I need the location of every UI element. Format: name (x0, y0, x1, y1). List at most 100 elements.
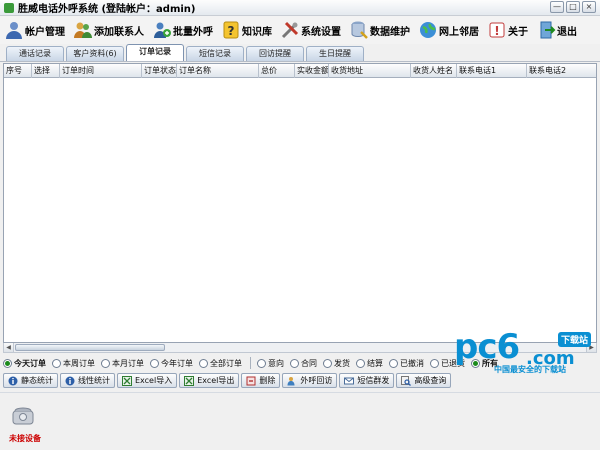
toolbar-about-button[interactable]: ! 关于 (487, 18, 530, 42)
status-cancelled[interactable]: 已撤消 (389, 358, 424, 369)
title-bar: 胜威电话外呼系统 (登陆帐户：admin) — □ × (0, 0, 600, 16)
column-header-order-name[interactable]: 订单名称 (177, 64, 259, 78)
info-icon: ! (487, 20, 507, 40)
static-stats-button[interactable]: 静态统计 (3, 373, 58, 388)
radio-indicator (101, 358, 110, 368)
excel-export-button[interactable]: Excel导出 (179, 373, 240, 388)
button-label: 线性统计 (78, 376, 110, 385)
filter-today[interactable]: 今天订单 (3, 358, 46, 369)
window-controls: — □ × (550, 1, 596, 13)
button-label: 静态统计 (21, 376, 53, 385)
status-area: 未接设备 (0, 392, 600, 450)
radio-indicator (323, 358, 332, 368)
filter-this-month[interactable]: 本月订单 (101, 358, 144, 369)
toolbar-bulk-call-label: 批量外呼 (173, 26, 213, 38)
column-header-shipping-address[interactable]: 收货地址 (329, 64, 411, 78)
delete-icon (246, 376, 256, 386)
toolbar-account-button[interactable]: 帐户管理 (4, 18, 67, 42)
window-title: 胜威电话外呼系统 (登陆帐户：admin) (18, 4, 196, 15)
button-label: Excel导出 (197, 376, 235, 385)
main-toolbar: 帐户管理 添加联系人 批量外呼 ? 知识库 系统设置 数据维护 网上邻居 ! 关… (0, 16, 600, 44)
excel-icon (184, 375, 195, 386)
toolbar-network-button[interactable]: 网上邻居 (418, 18, 481, 42)
status-contract[interactable]: 合同 (290, 358, 317, 369)
info-icon (8, 376, 18, 386)
status-label: 意向 (268, 358, 284, 368)
filter-this-week[interactable]: 本周订单 (52, 358, 95, 369)
toolbar-about-label: 关于 (508, 26, 528, 38)
toolbar-exit-label: 退出 (557, 26, 577, 38)
user-icon (4, 20, 24, 40)
radio-indicator (150, 358, 159, 368)
filter-divider (250, 357, 251, 369)
filter-label: 全部订单 (210, 358, 242, 368)
radio-indicator (199, 358, 208, 368)
tab-followup-reminders[interactable]: 回访提醒 (246, 46, 304, 61)
filter-this-year[interactable]: 今年订单 (150, 358, 193, 369)
tab-call-records[interactable]: 通话记录 (6, 46, 64, 61)
database-icon (349, 20, 369, 40)
linear-stats-button[interactable]: 线性统计 (60, 373, 115, 388)
advanced-search-button[interactable]: 高级查询 (396, 373, 452, 388)
column-header-phone-2[interactable]: 联系电话2 (527, 64, 596, 78)
device-status-label: 未接设备 (9, 434, 41, 443)
column-header-index[interactable]: 序号 (4, 64, 32, 78)
column-header-total-price[interactable]: 总价 (259, 64, 295, 78)
filter-label: 本月订单 (112, 358, 144, 368)
toolbar-knowledge-label: 知识库 (242, 26, 272, 38)
radio-indicator (389, 358, 398, 368)
maximize-button[interactable]: □ (566, 1, 580, 13)
scroll-thumb[interactable] (15, 344, 165, 351)
status-shipped[interactable]: 发货 (323, 358, 350, 369)
status-settled[interactable]: 结算 (356, 358, 383, 369)
scroll-left-arrow[interactable]: ◀ (4, 343, 14, 352)
column-header-select[interactable]: 选择 (32, 64, 60, 78)
status-label: 结算 (367, 358, 383, 368)
column-header-phone-1[interactable]: 联系电话1 (457, 64, 527, 78)
tab-sms-records[interactable]: 短信记录 (186, 46, 244, 61)
bulk-call-icon (152, 20, 172, 40)
radio-indicator (52, 358, 61, 368)
column-header-order-status[interactable]: 订单状态 (142, 64, 177, 78)
help-icon: ? (221, 20, 241, 40)
column-header-paid-amount[interactable]: 实收金额 (295, 64, 329, 78)
exit-icon (536, 20, 556, 40)
tab-birthday-reminders[interactable]: 生日提醒 (306, 46, 364, 61)
status-label: 发货 (334, 358, 350, 368)
add-contact-icon (73, 20, 93, 40)
toolbar-knowledge-button[interactable]: ? 知识库 (221, 18, 274, 42)
tools-icon (280, 20, 300, 40)
orders-table[interactable]: 序号 选择 订单时间 订单状态 订单名称 总价 实收金额 收货地址 收货人姓名 … (3, 63, 597, 343)
button-label: 高级查询 (414, 376, 447, 385)
filter-label: 今天订单 (14, 358, 46, 368)
filter-label: 本周订单 (63, 358, 95, 368)
radio-indicator (290, 358, 299, 368)
toolbar-add-contact-button[interactable]: 添加联系人 (73, 18, 146, 42)
pc6-watermark: pc6 下载站 .com 中国最安全的下载站 (454, 330, 600, 376)
svg-text:!: ! (494, 24, 499, 38)
bulk-sms-button[interactable]: 短信群发 (339, 373, 395, 388)
radio-indicator (3, 358, 12, 368)
minimize-button[interactable]: — (550, 1, 564, 13)
excel-import-button[interactable]: Excel导入 (117, 373, 178, 388)
toolbar-exit-button[interactable]: 退出 (536, 18, 579, 42)
close-button[interactable]: × (582, 1, 596, 13)
column-header-order-time[interactable]: 订单时间 (60, 64, 142, 78)
toolbar-account-label: 帐户管理 (25, 26, 65, 38)
info-icon (65, 376, 75, 386)
svg-text:?: ? (228, 24, 235, 38)
filter-all-orders[interactable]: 全部订单 (199, 358, 242, 369)
tab-customers[interactable]: 客户资料(6) (66, 46, 124, 61)
column-header-recipient-name[interactable]: 收货人姓名 (411, 64, 457, 78)
toolbar-settings-button[interactable]: 系统设置 (280, 18, 343, 42)
radio-indicator (356, 358, 365, 368)
delete-button[interactable]: 删除 (241, 373, 281, 388)
tab-orders[interactable]: 订单记录 (126, 44, 184, 61)
toolbar-bulk-call-button[interactable]: 批量外呼 (152, 18, 215, 42)
status-intent[interactable]: 意向 (257, 358, 284, 369)
toolbar-maintenance-label: 数据维护 (370, 26, 410, 38)
status-label: 合同 (301, 358, 317, 368)
app-icon (4, 2, 14, 13)
callback-button[interactable]: 外呼回访 (282, 373, 338, 388)
toolbar-maintenance-button[interactable]: 数据维护 (349, 18, 412, 42)
